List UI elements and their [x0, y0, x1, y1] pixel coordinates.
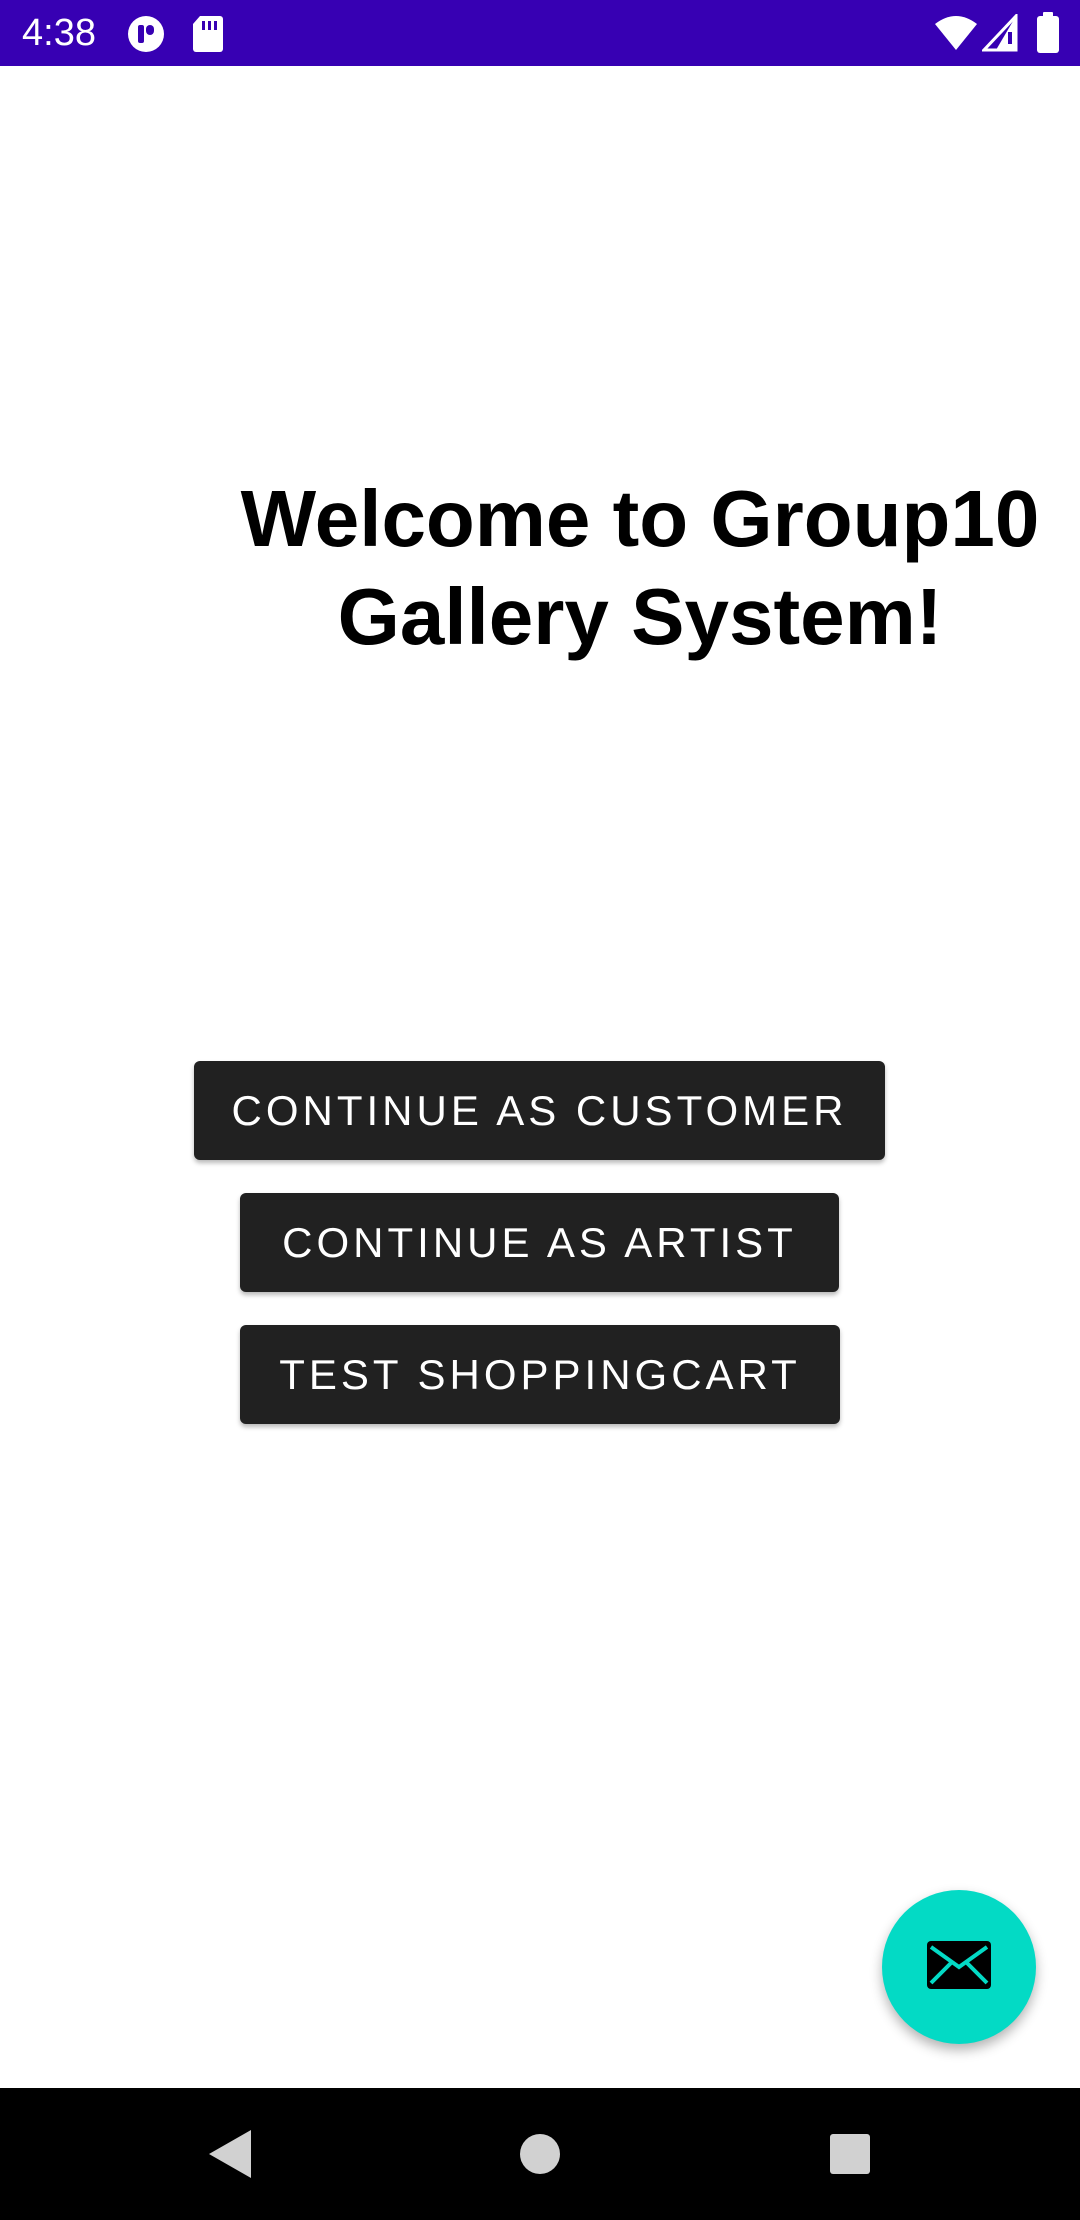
continue-as-customer-button[interactable]: CONTINUE AS CUSTOMER	[194, 1061, 885, 1160]
sd-card-icon	[192, 14, 224, 59]
status-time: 4:38	[22, 12, 96, 54]
recents-button[interactable]	[810, 2088, 890, 2220]
back-icon	[209, 2130, 251, 2178]
navigation-bar	[0, 2088, 1080, 2220]
welcome-title: Welcome to Group10 Gallery System!	[240, 474, 1040, 661]
mail-fab-button[interactable]	[882, 1890, 1036, 2044]
continue-as-artist-button[interactable]: CONTINUE AS ARTIST	[240, 1193, 839, 1292]
recents-icon	[830, 2134, 870, 2174]
app-notification-icon	[126, 14, 166, 59]
battery-icon	[1036, 12, 1060, 59]
back-button[interactable]	[190, 2088, 270, 2220]
status-bar: 4:38	[0, 0, 1080, 66]
home-button[interactable]	[500, 2088, 580, 2220]
wifi-icon	[934, 14, 978, 57]
home-icon	[520, 2134, 560, 2174]
mail-icon	[925, 1939, 993, 1996]
app-screen: 4:38 Welcome to Group10 Gallery System! …	[0, 0, 1080, 2220]
test-shopping-cart-button[interactable]: TEST SHOPPINGCART	[240, 1325, 840, 1424]
cellular-signal-icon	[980, 12, 1018, 57]
